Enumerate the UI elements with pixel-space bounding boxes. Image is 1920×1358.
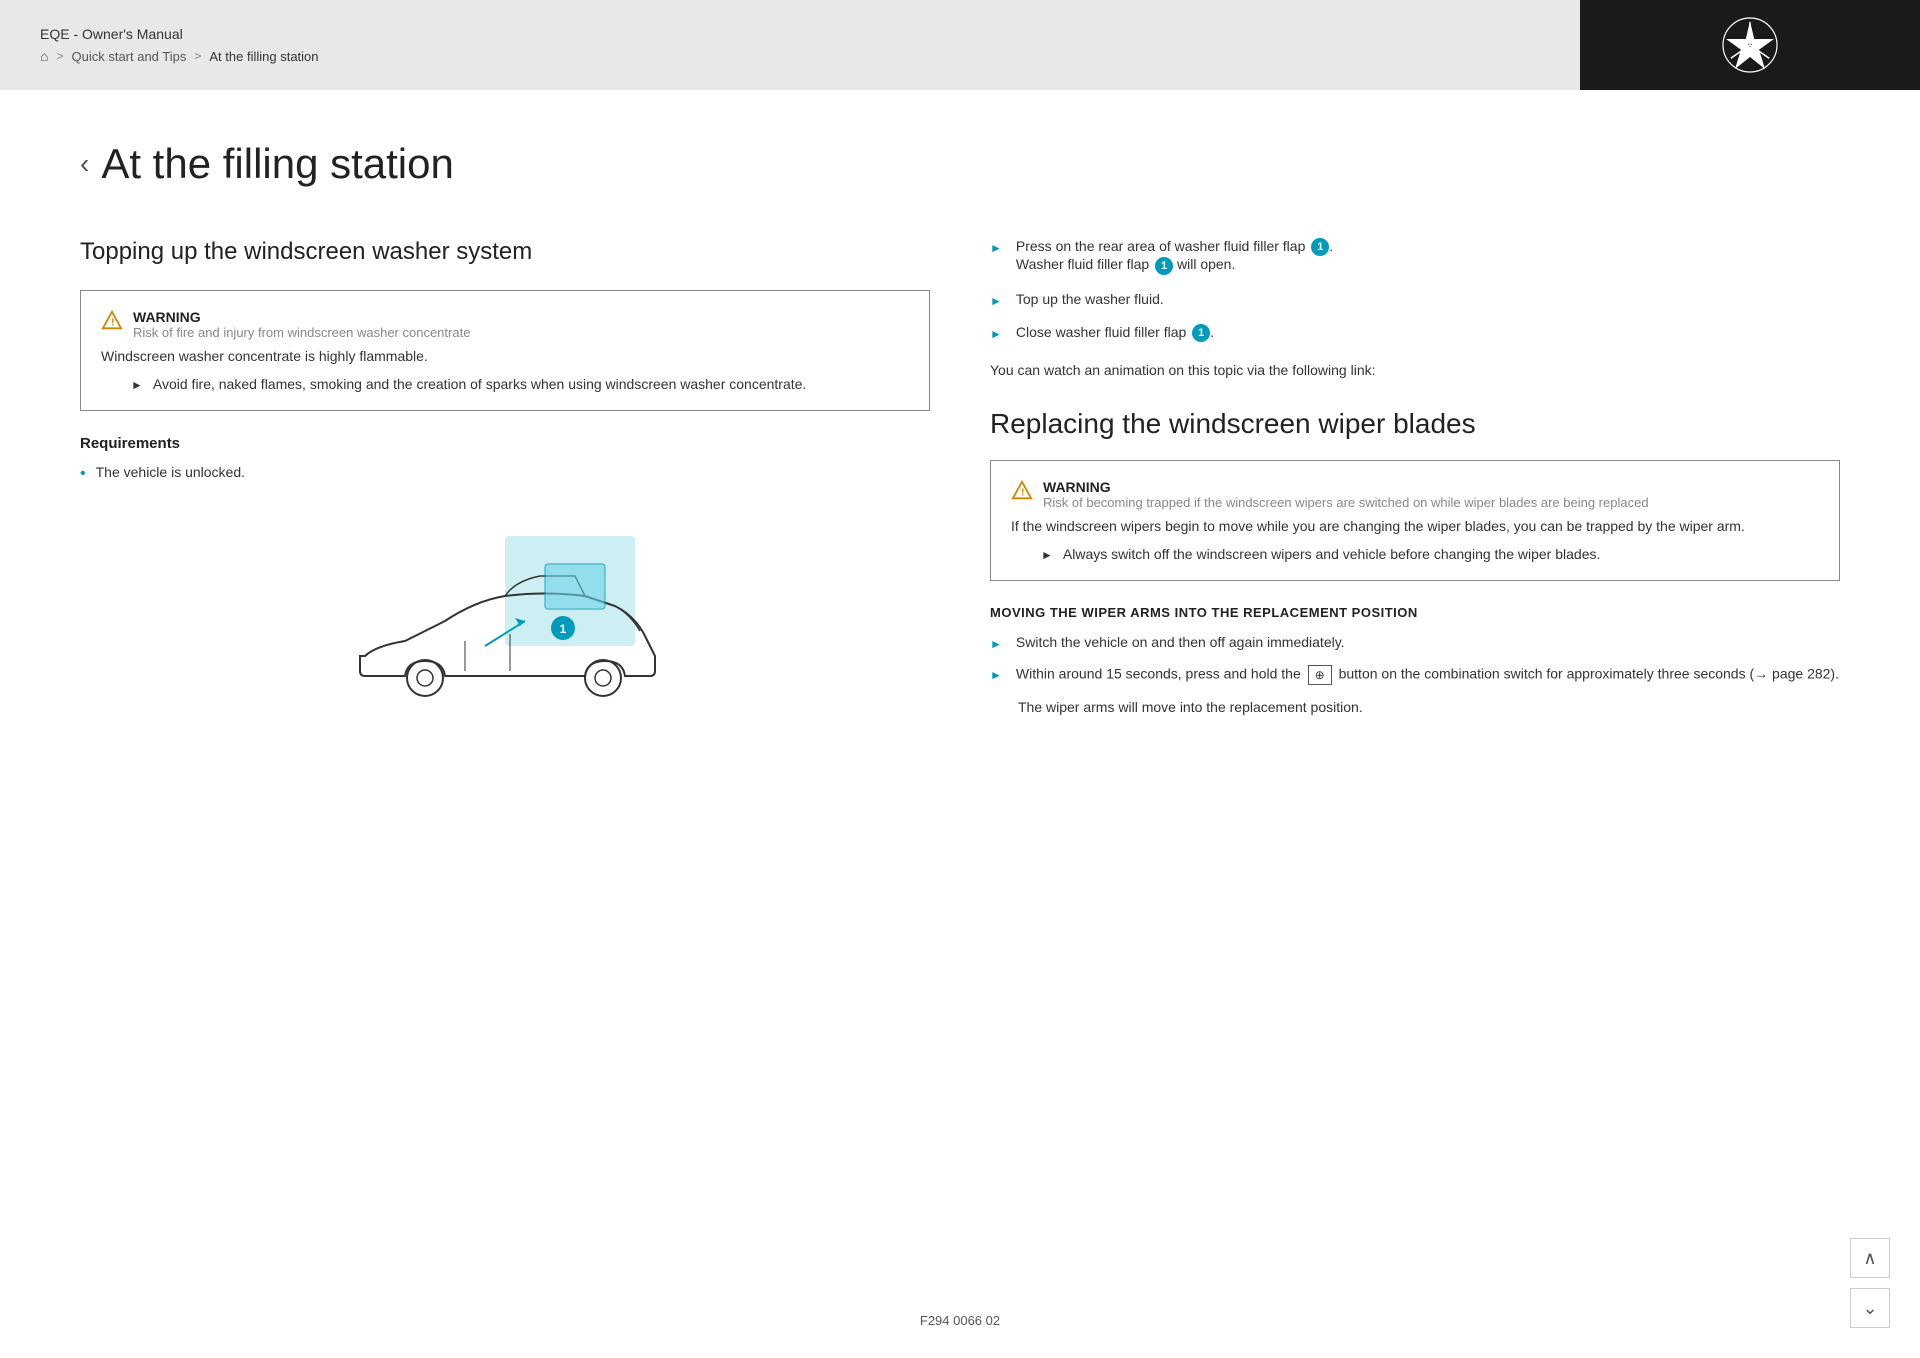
warning-label: WARNING [133, 309, 470, 325]
circle-num-3: 1 [1192, 324, 1210, 342]
warning-bullet-text: Avoid fire, naked flames, smoking and th… [153, 376, 806, 392]
warning-bullet: ► Avoid fire, naked flames, smoking and … [131, 376, 909, 392]
wiper-text-1: Switch the vehicle on and then off again… [1016, 634, 1345, 650]
main-content: ‹ At the filling station Topping up the … [0, 90, 1920, 1358]
warning-header-text-2: WARNING Risk of becoming trapped if the … [1043, 479, 1649, 510]
breadcrumb-sep1: > [56, 49, 63, 63]
breadcrumb-sep2: > [194, 49, 201, 63]
wiper-instruction-1: ► Switch the vehicle on and then off aga… [990, 634, 1840, 651]
car-illustration: 1 [345, 506, 665, 726]
footer-code: F294 0066 02 [920, 1313, 1000, 1328]
scroll-down-button[interactable]: ⌄ [1850, 1288, 1890, 1328]
warning-label-2: WARNING [1043, 479, 1649, 495]
warning-bullet-2: ► Always switch off the windscreen wiper… [1041, 546, 1819, 562]
breadcrumb: ⌂ > Quick start and Tips > At the fillin… [40, 48, 319, 64]
right-column: ► Press on the rear area of washer fluid… [990, 238, 1840, 726]
section-title-washer: Topping up the windscreen washer system [80, 238, 930, 266]
svg-text:1: 1 [560, 622, 567, 636]
requirement-text: The vehicle is unlocked. [96, 464, 245, 480]
warning-box-wiper: ! WARNING Risk of becoming trapped if th… [990, 460, 1840, 581]
animation-note: You can watch an animation on this topic… [990, 362, 1840, 378]
breadcrumb-quick-start[interactable]: Quick start and Tips [71, 49, 186, 64]
moving-wiper-title: MOVING THE WIPER ARMS INTO THE REPLACEME… [990, 605, 1840, 620]
req-bullet-icon: • [80, 466, 86, 482]
requirements-title: Requirements [80, 435, 930, 452]
washer-instructions: ► Press on the rear area of washer fluid… [990, 238, 1840, 342]
warning-bullet-arrow-2: ► [1041, 548, 1053, 562]
header: EQE - Owner's Manual ⌂ > Quick start and… [0, 0, 1920, 90]
warning-subtitle-2: Risk of becoming trapped if the windscre… [1043, 495, 1649, 510]
mercedes-logo [1720, 15, 1780, 75]
instr-arrow-icon: ► [990, 241, 1002, 255]
wiper-instruction-2: ► Within around 15 seconds, press and ho… [990, 665, 1840, 685]
warning-bullet-text-2: Always switch off the windscreen wipers … [1063, 546, 1600, 562]
warning-body: Windscreen washer concentrate is highly … [101, 348, 909, 364]
requirements-list: • The vehicle is unlocked. [80, 464, 930, 482]
list-item: ► Close washer fluid filler flap 1. [990, 324, 1840, 342]
breadcrumb-current: At the filling station [209, 49, 318, 64]
wiper-button-icon: ⊕ [1308, 665, 1332, 685]
car-image-container: 1 [80, 506, 930, 726]
instruction-text-2: Top up the washer fluid. [1016, 291, 1164, 307]
page-footer: F294 0066 02 [0, 1313, 1920, 1328]
header-nav: EQE - Owner's Manual ⌂ > Quick start and… [40, 26, 319, 64]
scroll-up-button[interactable]: ∧ [1850, 1238, 1890, 1278]
svg-text:!: ! [111, 318, 114, 329]
manual-title: EQE - Owner's Manual [40, 26, 319, 42]
back-chevron-icon[interactable]: ‹ [80, 148, 89, 180]
page-title-section: ‹ At the filling station [80, 140, 1840, 188]
instruction-text-3: Close washer fluid filler flap 1. [1016, 324, 1214, 342]
content-columns: Topping up the windscreen washer system … [80, 238, 1840, 726]
svg-text:!: ! [1021, 487, 1024, 498]
header-logo-area [1580, 0, 1920, 90]
page-title: At the filling station [101, 140, 454, 188]
instruction-text-1: Press on the rear area of washer fluid f… [1016, 238, 1333, 275]
warning-triangle-icon-2: ! [1011, 480, 1033, 502]
warning-header: ! WARNING Risk of fire and injury from w… [101, 309, 909, 340]
warning-body-2: If the windscreen wipers begin to move w… [1011, 518, 1819, 534]
instr-arrow-icon: ► [990, 294, 1002, 308]
section-title-wiper: Replacing the windscreen wiper blades [990, 408, 1840, 440]
list-item: • The vehicle is unlocked. [80, 464, 930, 482]
list-item: ► Press on the rear area of washer fluid… [990, 238, 1840, 275]
wiper-arrow-1: ► [990, 637, 1002, 651]
warning-bullet-arrow: ► [131, 378, 143, 392]
circle-num-2: 1 [1155, 257, 1173, 275]
wiper-note: The wiper arms will move into the replac… [1018, 699, 1840, 715]
warning-subtitle: Risk of fire and injury from windscreen … [133, 325, 470, 340]
instr-arrow-icon: ► [990, 327, 1002, 341]
left-column: Topping up the windscreen washer system … [80, 238, 930, 726]
warning-box-washer: ! WARNING Risk of fire and injury from w… [80, 290, 930, 411]
home-icon[interactable]: ⌂ [40, 48, 48, 64]
list-item: ► Top up the washer fluid. [990, 291, 1840, 308]
warning-triangle-icon: ! [101, 310, 123, 332]
wiper-arrow-2: ► [990, 668, 1002, 682]
car-svg: 1 [345, 506, 665, 726]
warning-header-2: ! WARNING Risk of becoming trapped if th… [1011, 479, 1819, 510]
warning-header-text: WARNING Risk of fire and injury from win… [133, 309, 470, 340]
wiper-text-2: Within around 15 seconds, press and hold… [1016, 665, 1839, 685]
circle-num-1: 1 [1311, 238, 1329, 256]
